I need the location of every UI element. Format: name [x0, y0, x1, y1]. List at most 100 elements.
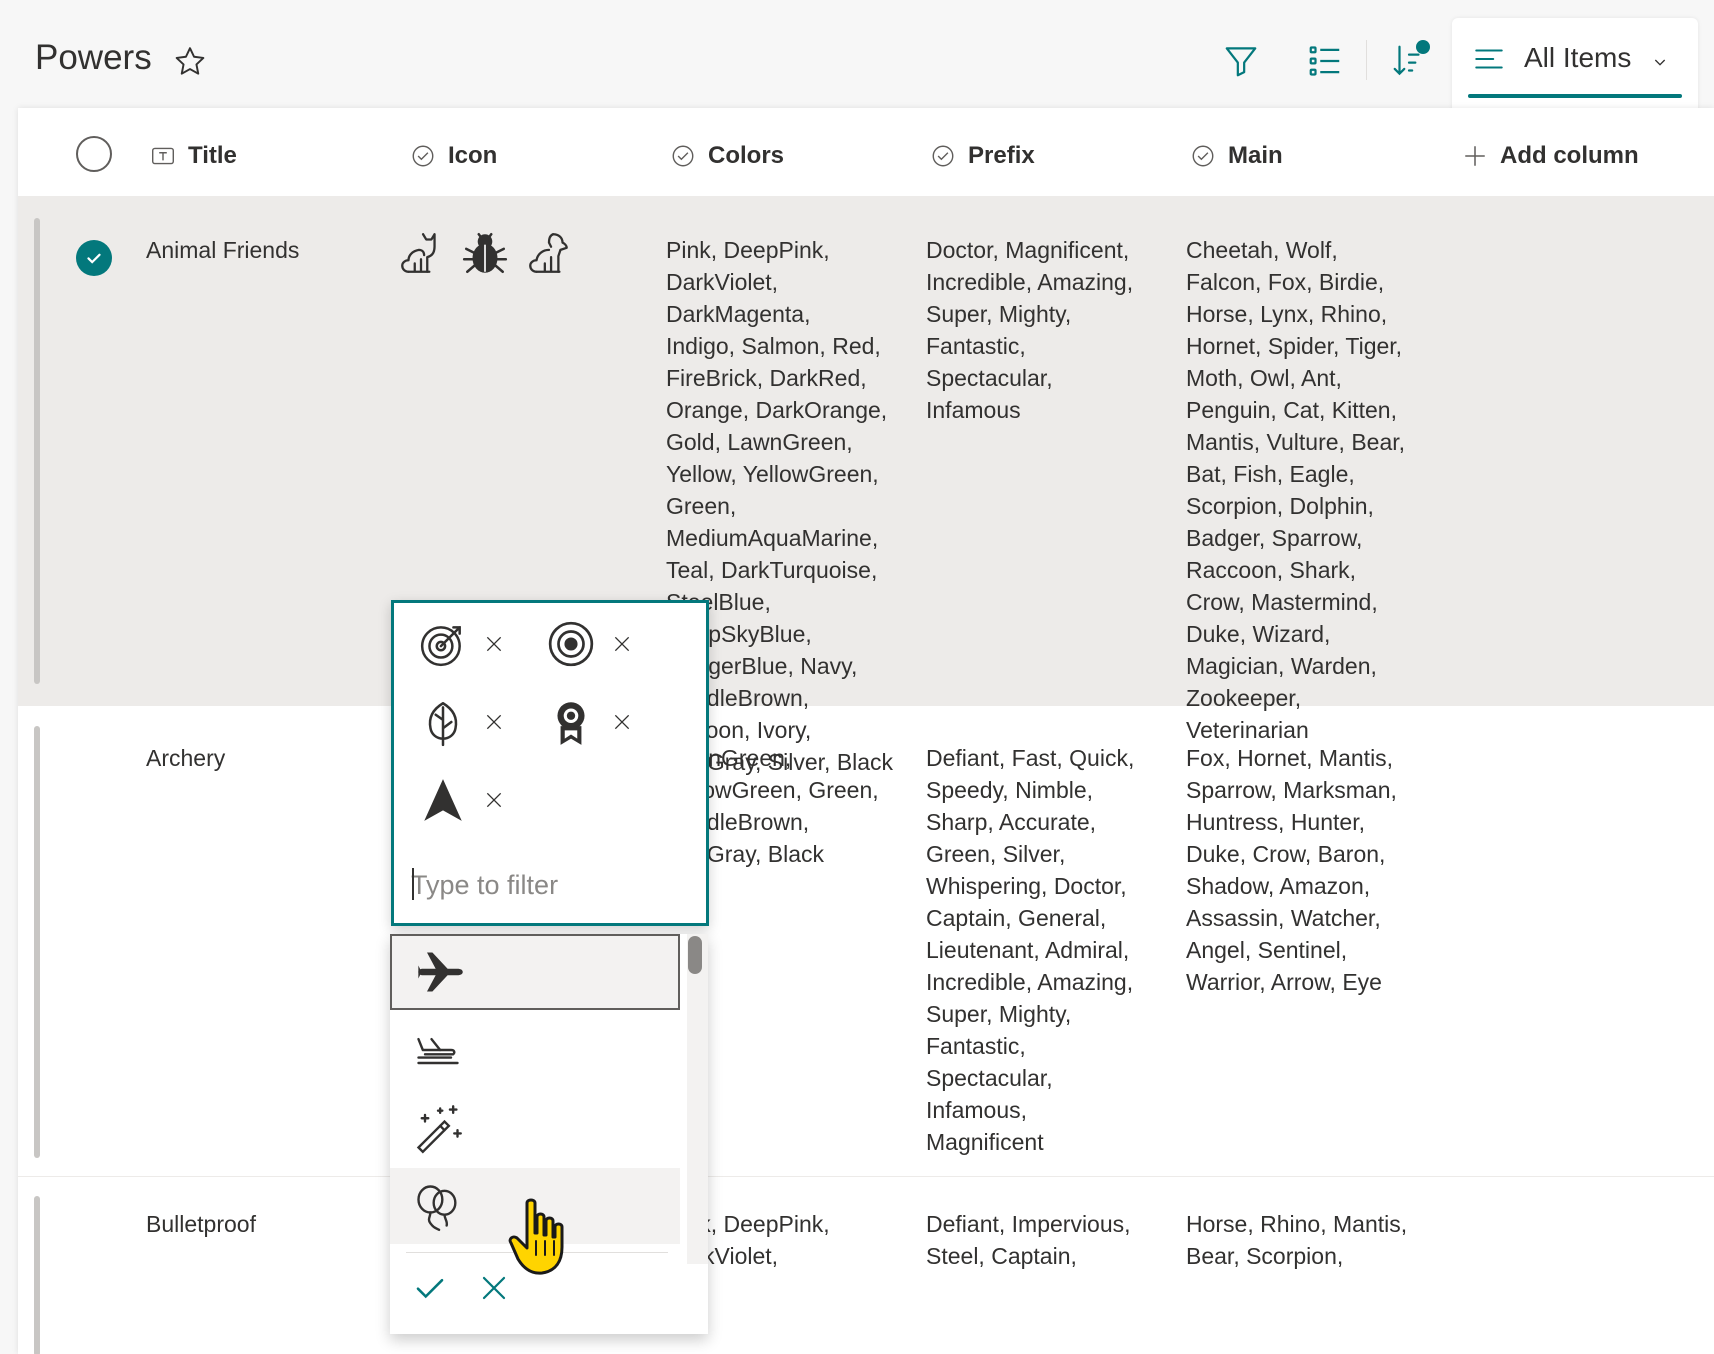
cell-line: Green, Silver,: [926, 841, 1066, 867]
list-grid: Title Icon Colors Prefix Main Add column…: [18, 108, 1714, 1354]
choice-field-icon: [670, 143, 696, 169]
balloons-icon: [412, 1180, 464, 1232]
remove-icon-button[interactable]: [482, 788, 506, 812]
cell-line: Gold, LawnGreen,: [666, 429, 853, 455]
column-prefix-label: Prefix: [968, 142, 1035, 169]
view-selector[interactable]: All Items: [1452, 18, 1698, 110]
cell-line: DarkMagenta,: [666, 301, 811, 327]
cell-line: Falcon, Fox, Birdie,: [1186, 269, 1385, 295]
add-column-button[interactable]: Add column: [1462, 138, 1639, 174]
cell-line: DarkViolet,: [666, 269, 779, 295]
column-header-title[interactable]: Title: [150, 138, 237, 174]
column-header-main[interactable]: Main: [1190, 138, 1283, 174]
row-selected-checkbox[interactable]: [76, 240, 112, 276]
option-magic-wand[interactable]: [390, 1090, 680, 1166]
cell-line: Spectacular,: [926, 1065, 1053, 1091]
cell-line: Captain, General,: [926, 905, 1107, 931]
row-drag-handle[interactable]: [34, 726, 40, 1158]
cell-line: Defiant, Impervious,: [926, 1211, 1131, 1237]
icon-picker[interactable]: [391, 600, 709, 926]
choice-field-icon: [1190, 143, 1216, 169]
airplane-landing-icon: [412, 1024, 464, 1076]
text-caret: [412, 868, 414, 900]
cell-line: Shadow, Amazon,: [1186, 873, 1371, 899]
select-all-checkbox[interactable]: [76, 136, 112, 172]
command-bar: Powers All Items: [0, 0, 1714, 110]
column-colors-label: Colors: [708, 142, 785, 169]
cell-line: Super, Mighty,: [926, 1001, 1072, 1027]
cell-line: Fantastic,: [926, 1033, 1026, 1059]
view-selected-indicator: [1468, 94, 1682, 98]
remove-icon-button[interactable]: [482, 710, 506, 734]
column-header-colors[interactable]: Colors: [670, 138, 784, 174]
remove-icon-button[interactable]: [610, 632, 634, 656]
add-column-label: Add column: [1500, 142, 1639, 169]
list-title: Powers: [35, 38, 152, 77]
column-header-icon[interactable]: Icon: [410, 138, 497, 174]
dropdown-scrollbar[interactable]: [687, 934, 708, 1264]
remove-icon-button[interactable]: [482, 632, 506, 656]
cell-title[interactable]: Bulletproof: [146, 1208, 256, 1240]
view-list-icon: [1472, 42, 1506, 76]
column-main-label: Main: [1228, 142, 1283, 169]
view-label: All Items: [1524, 42, 1632, 73]
cell-line: Moth, Owl, Ant,: [1186, 365, 1342, 391]
table-row[interactable]: Archery LawnGreen, YellowGreen, Green, Sad…: [18, 706, 1714, 1176]
option-airplane-landing[interactable]: [390, 1012, 680, 1088]
icon-filter-input[interactable]: [411, 865, 691, 905]
cell-title[interactable]: Animal Friends: [146, 234, 299, 266]
sort-icon[interactable]: [1386, 38, 1432, 84]
cell-prefix: Defiant, Fast, Quick, Speedy, Nimble, Shar…: [926, 742, 1134, 1158]
cell-line: Crow, Mastermind,: [1186, 589, 1378, 615]
bullseye-arrow-icon: [416, 617, 470, 671]
row-drag-handle[interactable]: [34, 1196, 40, 1354]
option-airplane[interactable]: [390, 934, 680, 1010]
column-header-prefix[interactable]: Prefix: [930, 138, 1035, 174]
magic-wand-icon: [412, 1102, 464, 1154]
column-icon-label: Icon: [448, 142, 498, 169]
confirm-button[interactable]: [410, 1268, 450, 1308]
navigation-arrow-icon: [416, 773, 470, 827]
cell-line: Steel, Captain,: [926, 1243, 1077, 1269]
cell-line: Badger, Sparrow,: [1186, 525, 1363, 551]
table-row[interactable]: Animal Friends Pink, DeepPink, DarkViole…: [18, 196, 1714, 775]
cell-line: Yellow, YellowGreen,: [666, 461, 879, 487]
table-row[interactable]: Bulletproof Pink, DeepPink, DarkViolet, D…: [18, 1176, 1714, 1354]
dog-icon: [524, 228, 574, 278]
cell-line: Infamous,: [926, 1097, 1027, 1123]
airplane-icon: [414, 946, 466, 998]
star-icon[interactable]: [172, 44, 208, 80]
text-field-icon: [150, 143, 176, 169]
filter-icon[interactable]: [1218, 38, 1264, 84]
cell-line: Super, Mighty,: [926, 301, 1072, 327]
cell-prefix: Doctor, Magnificent, Incredible, Amazing,…: [926, 234, 1133, 426]
cell-line: Horse, Rhino, Mantis,: [1186, 1211, 1408, 1237]
row-drag-handle[interactable]: [34, 218, 40, 684]
cell-line: Indigo, Salmon, Red,: [666, 333, 881, 359]
cell-main: Horse, Rhino, Mantis, Bear, Scorpion,: [1186, 1208, 1407, 1272]
cell-line: Lieutenant, Admiral,: [926, 937, 1130, 963]
cell-line: Defiant, Fast, Quick,: [926, 745, 1135, 771]
cell-line: Angel, Sentinel,: [1186, 937, 1348, 963]
cell-line: Sharp, Accurate,: [926, 809, 1097, 835]
bulk-edit-list-icon[interactable]: [1302, 38, 1348, 84]
cell-title[interactable]: Archery: [146, 742, 225, 774]
cell-line: Teal, DarkTurquoise,: [666, 557, 878, 583]
ribbon-award-icon: [544, 695, 598, 749]
plus-icon: [1462, 143, 1488, 169]
cell-line: Warrior, Arrow, Eye: [1186, 969, 1382, 995]
scrollbar-thumb[interactable]: [688, 936, 702, 974]
remove-icon-button[interactable]: [610, 710, 634, 734]
cell-line: Horse, Lynx, Rhino,: [1186, 301, 1388, 327]
cell-icons: [396, 228, 574, 278]
hand-pointer-cursor: [505, 1195, 575, 1281]
cell-prefix: Defiant, Impervious, Steel, Captain,: [926, 1208, 1131, 1272]
cell-line: Speedy, Nimble,: [926, 777, 1094, 803]
chevron-down-icon: [1652, 54, 1668, 70]
sort-active-badge: [1416, 40, 1430, 54]
cell-line: Duke, Wizard,: [1186, 621, 1331, 647]
cell-line: Sparrow, Marksman,: [1186, 777, 1397, 803]
choice-field-icon: [410, 143, 436, 169]
cell-line: MediumAquaMarine,: [666, 525, 879, 551]
leaf-icon: [416, 695, 470, 749]
